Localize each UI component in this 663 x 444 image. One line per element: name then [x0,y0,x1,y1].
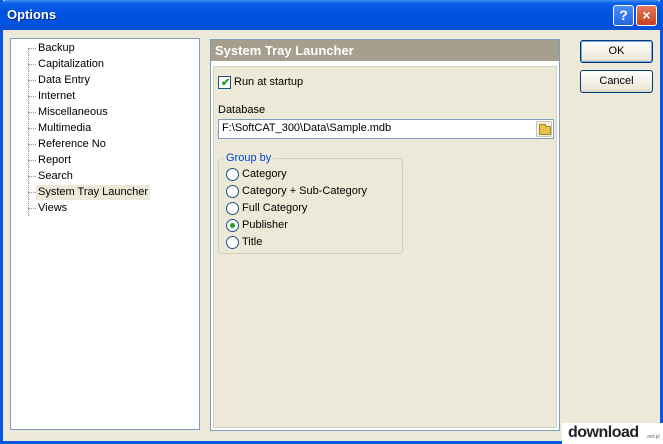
tree-item-miscellaneous[interactable]: Miscellaneous [36,105,110,120]
tree-connector [28,192,36,193]
radio-selected-dot [230,223,235,228]
tree-item-reference-no[interactable]: Reference No [36,137,108,152]
database-label: Database [218,104,266,116]
radio-title-label[interactable]: Title [242,236,262,248]
browse-database-button[interactable] [536,121,552,137]
tree-item-internet[interactable]: Internet [36,89,77,104]
tree-connector [28,208,36,209]
tree-item-views[interactable]: Views [36,201,69,216]
window-title: Options [7,7,57,22]
watermark-suffix: .net.pl [646,434,660,440]
watermark: download .net.pl [562,423,663,444]
tree-connector [28,176,36,177]
panel-header: System Tray Launcher [211,40,559,61]
radio-publisher[interactable] [226,219,239,232]
cancel-button[interactable]: Cancel [580,70,653,93]
tree-connector-line [28,48,29,216]
tree-connector [28,160,36,161]
ok-button[interactable]: OK [580,40,653,63]
tree-connector [28,128,36,129]
tree-item-multimedia[interactable]: Multimedia [36,121,93,136]
run-at-startup-label[interactable]: Run at startup [234,76,303,88]
tree-connector [28,80,36,81]
tree-item-system-tray-launcher[interactable]: System Tray Launcher [36,185,151,200]
tree-connector [28,144,36,145]
radio-category-label[interactable]: Category [242,168,287,180]
radio-title[interactable] [226,236,239,249]
tree-connector [28,112,36,113]
radio-full-category-label[interactable]: Full Category [242,202,307,214]
tree-connector [28,64,36,65]
radio-full-category[interactable] [226,202,239,215]
tree-connector [28,96,36,97]
watermark-text: download [568,424,639,441]
tree-item-capitalization[interactable]: Capitalization [36,57,106,72]
group-by-title: Group by [224,152,274,164]
tree-item-search[interactable]: Search [36,169,75,184]
database-path-input[interactable]: F:\SoftCAT_300\Data\Sample.mdb [218,119,554,139]
radio-category[interactable] [226,168,239,181]
title-bar[interactable]: Options ? × [0,0,663,30]
radio-category-sub-category[interactable] [226,185,239,198]
options-tree[interactable]: Backup Capitalization Data Entry Interne… [10,38,200,430]
radio-category-sub-category-label[interactable]: Category + Sub-Category [242,185,367,197]
checkmark-icon: ✔ [221,77,231,89]
help-button[interactable]: ? [613,5,634,26]
run-at-startup-checkbox[interactable]: ✔ [218,76,231,89]
folder-icon [539,124,551,135]
tree-item-backup[interactable]: Backup [36,41,77,56]
radio-publisher-label[interactable]: Publisher [242,219,288,231]
tree-item-data-entry[interactable]: Data Entry [36,73,92,88]
close-button[interactable]: × [636,5,657,26]
tree-item-report[interactable]: Report [36,153,73,168]
tree-connector [28,48,36,49]
